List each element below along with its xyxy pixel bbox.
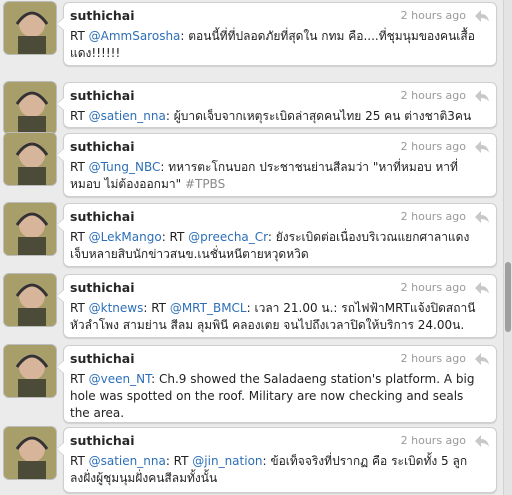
- tweet-timestamp[interactable]: 2 hours ago: [401, 352, 466, 365]
- separator: : RT: [143, 301, 170, 315]
- tweet-username[interactable]: suthichai: [70, 280, 135, 295]
- hashtag-link[interactable]: #TPBS: [185, 177, 225, 191]
- tweet-username[interactable]: suthichai: [70, 433, 135, 448]
- tweet-text: RT @ktnews: RT @MRT_BMCL: เวลา 21.00 น.:…: [70, 300, 480, 334]
- avatar-image-icon: [4, 82, 56, 134]
- tweet-item: suthichai 2 hours ago RT @LekMango: RT @…: [0, 201, 503, 267]
- retweet-prefix: RT: [70, 454, 85, 468]
- tweet-username[interactable]: suthichai: [70, 209, 135, 224]
- mention-link[interactable]: @satien_nna: [89, 454, 166, 468]
- tweet-timestamp[interactable]: 2 hours ago: [401, 210, 466, 223]
- avatar-image-icon: [4, 2, 56, 54]
- tweet-username[interactable]: suthichai: [70, 8, 135, 23]
- retweet-prefix: RT: [70, 109, 85, 123]
- mention-link[interactable]: @LekMango: [89, 230, 162, 244]
- retweet-prefix: RT: [70, 160, 85, 174]
- tweet-text: RT @veen_NT: Ch.9 showed the Saladaeng s…: [70, 371, 480, 422]
- reply-arrow-icon[interactable]: [474, 434, 490, 448]
- separator: : RT: [161, 230, 189, 244]
- avatar[interactable]: [4, 345, 56, 397]
- tweet-text: RT @satien_nna: RT @jin_nation: ข้อเท็จจ…: [70, 453, 480, 487]
- tweet-timestamp[interactable]: 2 hours ago: [401, 140, 466, 153]
- tweet-bubble: suthichai 2 hours ago RT @ktnews: RT @MR…: [56, 274, 497, 338]
- retweet-prefix: RT: [70, 372, 85, 386]
- tweet-username[interactable]: suthichai: [70, 88, 135, 103]
- tweet-timestamp[interactable]: 2 hours ago: [401, 434, 466, 447]
- avatar[interactable]: [4, 427, 56, 479]
- reply-arrow-icon[interactable]: [474, 9, 490, 23]
- tweet-bubble: suthichai 2 hours ago RT @AmmSarosha: ตอ…: [56, 2, 497, 66]
- retweet-prefix: RT: [70, 230, 85, 244]
- avatar-image-icon: [4, 203, 56, 255]
- tweet-item: suthichai 2 hours ago RT @ktnews: RT @MR…: [0, 272, 503, 338]
- tweet-text: RT @LekMango: RT @preecha_Cr: ยังระเบิดต…: [70, 229, 480, 263]
- reply-arrow-icon[interactable]: [474, 210, 490, 224]
- tweet-username[interactable]: suthichai: [70, 351, 135, 366]
- tweet-bubble: suthichai 2 hours ago RT @LekMango: RT @…: [56, 203, 497, 267]
- avatar[interactable]: [4, 274, 56, 326]
- avatar-image-icon: [4, 427, 56, 479]
- mention-link[interactable]: @preecha_Cr: [188, 230, 268, 244]
- tweet-text: RT @AmmSarosha: ตอนนี้ที่ที่ปลอดภัยที่สุ…: [70, 28, 480, 62]
- scrollbar-thumb[interactable]: [505, 262, 511, 332]
- avatar-image-icon: [4, 133, 56, 185]
- timeline: suthichai 2 hours ago RT @AmmSarosha: ตอ…: [0, 0, 503, 495]
- mention-link[interactable]: @AmmSarosha: [89, 29, 181, 43]
- avatar-image-icon: [4, 345, 56, 397]
- tweet-item: suthichai 2 hours ago RT @satien_nna: ผู…: [0, 80, 503, 134]
- tweet-item: suthichai 2 hours ago RT @Tung_NBC: ทหาร…: [0, 131, 503, 197]
- mention-link[interactable]: @jin_nation: [192, 454, 262, 468]
- tweet-item: suthichai 2 hours ago RT @veen_NT: Ch.9 …: [0, 343, 503, 423]
- tweet-text: RT @satien_nna: ผู้บาดเจ็บจากเหตุระเบิดล…: [70, 108, 480, 125]
- retweet-prefix: RT: [70, 29, 85, 43]
- tweet-timestamp[interactable]: 2 hours ago: [401, 89, 466, 102]
- reply-arrow-icon[interactable]: [474, 89, 490, 103]
- reply-arrow-icon[interactable]: [474, 352, 490, 366]
- mention-link[interactable]: @MRT_BMCL: [170, 301, 247, 315]
- separator: : RT: [165, 454, 193, 468]
- tweet-bubble: suthichai 2 hours ago RT @veen_NT: Ch.9 …: [56, 345, 497, 423]
- vertical-scrollbar[interactable]: [503, 0, 512, 495]
- tweet-bubble: suthichai 2 hours ago RT @satien_nna: RT…: [56, 427, 497, 493]
- mention-link[interactable]: @satien_nna: [89, 109, 166, 123]
- tweet-item: suthichai 2 hours ago RT @satien_nna: RT…: [0, 425, 503, 495]
- avatar-image-icon: [4, 274, 56, 326]
- tweet-timestamp[interactable]: 2 hours ago: [401, 9, 466, 22]
- avatar[interactable]: [4, 82, 56, 134]
- tweet-bubble: suthichai 2 hours ago RT @Tung_NBC: ทหาร…: [56, 133, 497, 197]
- avatar[interactable]: [4, 2, 56, 54]
- tweet-body: ผู้บาดเจ็บจากเหตุระเบิดล่าสุดคนไทย 25 คน…: [169, 109, 472, 123]
- avatar[interactable]: [4, 133, 56, 185]
- tweet-item: suthichai 2 hours ago RT @AmmSarosha: ตอ…: [0, 0, 503, 70]
- tweet-text: RT @Tung_NBC: ทหารตะโกนบอก ประชาชนย่านสี…: [70, 159, 480, 193]
- reply-arrow-icon[interactable]: [474, 140, 490, 154]
- mention-link[interactable]: @veen_NT: [89, 372, 151, 386]
- mention-link[interactable]: @ktnews: [89, 301, 144, 315]
- tweet-bubble: suthichai 2 hours ago RT @satien_nna: ผู…: [56, 82, 497, 128]
- tweet-username[interactable]: suthichai: [70, 139, 135, 154]
- retweet-prefix: RT: [70, 301, 85, 315]
- mention-link[interactable]: @Tung_NBC: [89, 160, 161, 174]
- tweet-timestamp[interactable]: 2 hours ago: [401, 281, 466, 294]
- reply-arrow-icon[interactable]: [474, 281, 490, 295]
- avatar[interactable]: [4, 203, 56, 255]
